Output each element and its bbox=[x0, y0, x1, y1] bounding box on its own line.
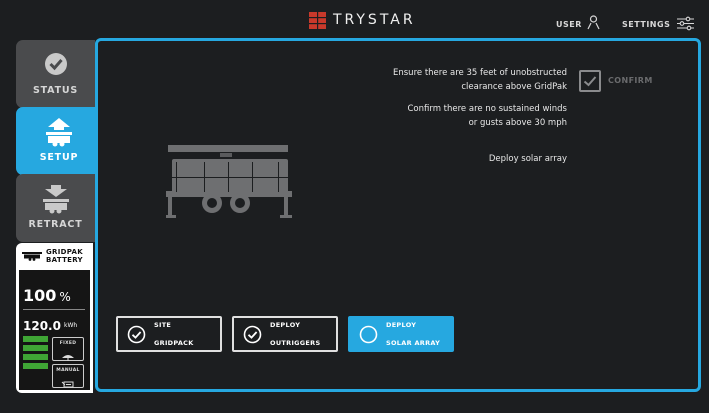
fixed-mode-button[interactable]: FIXED bbox=[52, 337, 84, 361]
settings-button-label[interactable]: SETTINGS bbox=[622, 20, 670, 29]
instruction-line: Confirm there are no sustained winds bbox=[407, 104, 567, 114]
checkmark-icon bbox=[583, 76, 597, 87]
instruction-line: or gusts above 30 mph bbox=[468, 118, 567, 128]
step-label-line2: GRIDPACK bbox=[154, 338, 194, 347]
sliders-icon[interactable] bbox=[677, 16, 694, 31]
step-site-gridpack[interactable]: SITE GRIDPACK bbox=[116, 316, 222, 352]
step-label-line2: OUTRIGGERS bbox=[270, 338, 321, 347]
battery-energy-unit: kWh bbox=[63, 322, 78, 329]
step-label-line2: SOLAR ARRAY bbox=[386, 338, 441, 347]
retract-down-icon bbox=[42, 185, 69, 214]
check-circle-icon bbox=[44, 53, 67, 75]
user-button-label[interactable]: USER bbox=[556, 20, 582, 29]
confirm-label[interactable]: CONFIRM bbox=[608, 76, 653, 85]
battery-level-bar bbox=[23, 336, 48, 342]
instruction-deploy: Deploy solar array bbox=[489, 152, 567, 166]
tab-retract-label: RETRACT bbox=[28, 219, 83, 230]
manual-mode-button[interactable]: MANUAL bbox=[52, 364, 84, 388]
battery-energy: 120.0 kWh bbox=[23, 315, 77, 334]
instruction-line: Ensure there are 35 feet of unobstructed bbox=[393, 68, 567, 78]
step-label: DEPLOY OUTRIGGERS bbox=[270, 312, 320, 357]
gridpak-trailer-icon bbox=[22, 252, 42, 261]
battery-percent: 100% bbox=[23, 286, 71, 305]
battery-panel: GRIDPAK BATTERY 100% 120.0 kWh FIXED MANU… bbox=[16, 243, 93, 393]
battery-level-bar bbox=[23, 363, 48, 369]
user-icon[interactable] bbox=[587, 15, 600, 30]
manual-control-icon bbox=[61, 381, 74, 388]
step-deploy-solar-array[interactable]: DEPLOY SOLAR ARRAY bbox=[348, 316, 454, 352]
battery-level-bar bbox=[23, 354, 48, 360]
instruction-winds: Confirm there are no sustained winds or … bbox=[407, 102, 567, 130]
step-label-line1: DEPLOY bbox=[270, 320, 301, 329]
instruction-line: clearance above GridPak bbox=[461, 82, 567, 92]
tab-status[interactable]: STATUS bbox=[16, 40, 95, 108]
step-deploy-outriggers[interactable]: DEPLOY OUTRIGGERS bbox=[232, 316, 338, 352]
deploy-up-icon bbox=[46, 118, 72, 147]
instruction-line: Deploy solar array bbox=[488, 154, 567, 164]
confirm-checkbox[interactable] bbox=[579, 70, 601, 92]
step-label-line1: DEPLOY bbox=[386, 320, 417, 329]
gridpak-trailer-illustration bbox=[166, 145, 292, 218]
setup-panel: Ensure there are 35 feet of unobstructed… bbox=[95, 38, 701, 392]
battery-level-bars bbox=[23, 336, 48, 372]
umbrella-icon bbox=[62, 355, 74, 361]
tab-setup-label: SETUP bbox=[39, 152, 79, 163]
battery-percent-unit: % bbox=[59, 290, 71, 304]
step-label-line1: SITE bbox=[154, 320, 172, 329]
step-label: DEPLOY SOLAR ARRAY bbox=[386, 312, 440, 357]
fixed-mode-label: FIXED bbox=[59, 341, 77, 346]
battery-percent-value: 100 bbox=[23, 286, 57, 305]
instruction-clearance: Ensure there are 35 feet of unobstructed… bbox=[393, 66, 567, 94]
divider bbox=[23, 309, 85, 310]
battery-title: GRIDPAK BATTERY bbox=[46, 248, 83, 264]
step-label: SITE GRIDPACK bbox=[154, 312, 194, 357]
battery-energy-value: 120.0 bbox=[23, 319, 61, 333]
check-circle-icon bbox=[127, 325, 146, 343]
top-bar: TRYSTAR USER SETTINGS bbox=[0, 0, 709, 38]
battery-title-line1: GRIDPAK bbox=[46, 248, 83, 256]
tab-status-label: STATUS bbox=[32, 85, 79, 96]
tab-setup[interactable]: SETUP bbox=[16, 107, 102, 175]
check-circle-icon bbox=[243, 325, 262, 343]
tab-retract[interactable]: RETRACT bbox=[16, 174, 95, 242]
battery-header: GRIDPAK BATTERY bbox=[16, 243, 93, 269]
battery-level-bar bbox=[23, 345, 48, 351]
empty-circle-icon bbox=[359, 325, 378, 343]
battery-title-line2: BATTERY bbox=[46, 256, 83, 264]
trystar-logo-icon bbox=[309, 12, 326, 29]
manual-mode-label: MANUAL bbox=[56, 368, 80, 373]
brand-name: TRYSTAR bbox=[333, 12, 416, 28]
